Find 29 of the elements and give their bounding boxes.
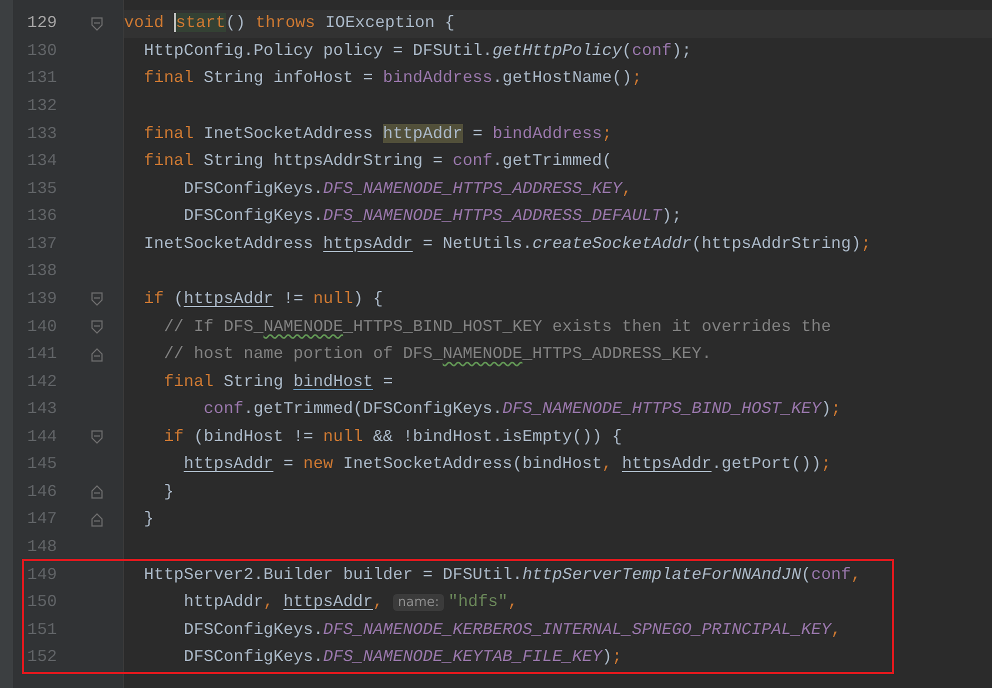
code-line: DFSConfigKeys.DFS_NAMENODE_HTTPS_ADDRESS_KEY, (182, 178, 632, 200)
code-line: InetSocketAddress httpsAddr = NetUtils.createSocketAddr(httpsAddrString); (142, 232, 871, 255)
code-line: } (142, 508, 154, 530)
fold-icon[interactable] (90, 429, 104, 446)
code-line: httpAddr, httpsAddr, name: "hdfs", (182, 591, 518, 614)
code-line: final InetSocketAddress httpAddr = bindAddress; (142, 122, 612, 145)
fold-icon[interactable] (90, 318, 104, 335)
code-line: HttpConfig.Policy policy = DFSUtil.getHttpPolicy(conf); (142, 40, 692, 62)
code-line: // host name portion of DFS_NAMENODE_HTTPS_ADDRESS_KEY. (162, 343, 712, 366)
code-line: DFSConfigKeys.DFS_NAMENODE_HTTPS_ADDRESS_DEFAULT); (182, 205, 682, 228)
fold-icon[interactable] (90, 16, 104, 32)
code-line: } (162, 480, 174, 503)
line-number: 129 (26, 12, 57, 34)
code-line: DFSConfigKeys.DFS_NAMENODE_KERBEROS_INTERNAL_SPNEGO_PRINCIPAL_KEY, (182, 618, 841, 641)
code-line: final String bindHost = (162, 370, 393, 393)
unfold-icon[interactable] (90, 346, 104, 363)
unfold-icon[interactable] (90, 484, 104, 500)
code-line: conf.getTrimmed(DFSConfigKeys.DFS_NAMENODE_HTTPS_BIND_HOST_KEY); (202, 398, 842, 420)
code-line: final String httpsAddrString = conf.getTrimmed( (142, 150, 612, 172)
code-line: // If DFS_NAMENODE_HTTPS_BIND_HOST_KEY exists then it overrides the (162, 316, 832, 338)
unfold-icon[interactable] (90, 512, 104, 528)
code-line: void start() throws IOException { (124, 12, 455, 34)
code-line: if (bindHost != null && !bindHost.isEmpty()) { (162, 426, 622, 448)
code-line: httpsAddr = new InetSocketAddress(bindHost, httpsAddr.getPort()); (182, 453, 832, 476)
fold-icon[interactable] (90, 291, 104, 308)
code-line: DFSConfigKeys.DFS_NAMENODE_KEYTAB_FILE_KEY); (182, 646, 622, 668)
code-line: HttpServer2.Builder builder = DFSUtil.httpServerTemplateForNNAndJN(conf, (142, 564, 861, 586)
code-line: if (httpsAddr != null) { (142, 288, 383, 310)
code-line: final String infoHost = bindAddress.getHostName(); (142, 67, 642, 90)
